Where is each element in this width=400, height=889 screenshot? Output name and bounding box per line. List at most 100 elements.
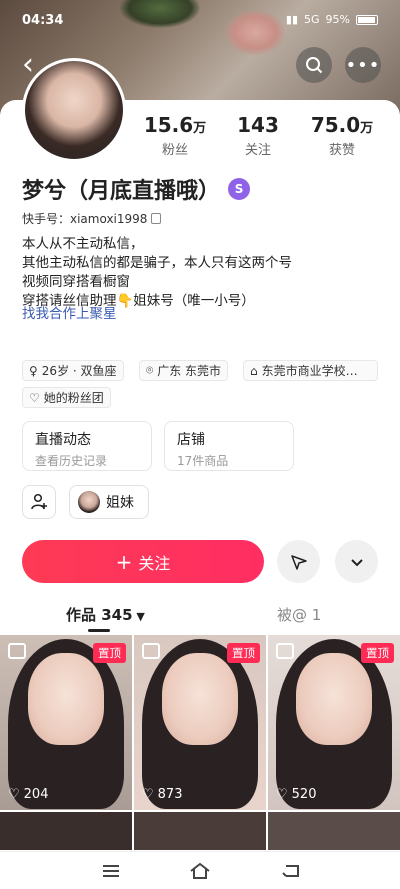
search-icon xyxy=(306,57,323,74)
system-nav-bar xyxy=(0,851,400,889)
tab-works-label: 作品 345 xyxy=(66,606,133,624)
post-likes: ♡ 873 xyxy=(142,787,182,802)
stat-fans[interactable]: 15.6万 粉丝 xyxy=(130,113,220,158)
thumb-face xyxy=(296,653,372,745)
status-right: ▮▮ 5G 95% xyxy=(286,13,378,26)
fans-count: 15.6 xyxy=(143,113,194,137)
shop-card-sub: 17件商品 xyxy=(177,454,229,468)
fans-unit: 万 xyxy=(193,121,207,136)
stat-following[interactable]: 143 关注 xyxy=(213,113,303,158)
post-thumbnail[interactable]: 置顶 ♡ 520 xyxy=(268,635,400,810)
image-icon xyxy=(142,643,160,659)
battery-icon xyxy=(356,14,378,25)
battery-text: 95% xyxy=(325,13,350,26)
thumb-face xyxy=(162,653,238,745)
tag-location-text: 广东 东莞市 xyxy=(157,364,222,378)
badge-icon[interactable]: S xyxy=(228,178,251,200)
tab-indicator xyxy=(88,629,110,632)
tag-age-text: 26岁 · 双鱼座 xyxy=(41,364,117,378)
tag-fan-club-text: 她的粉丝团 xyxy=(43,391,104,405)
more-button[interactable]: ••• xyxy=(345,47,381,83)
fan-club-icon: ♡ xyxy=(29,390,40,405)
post-thumbnail[interactable]: 置顶 ♡ 204 xyxy=(0,635,132,810)
tag-age[interactable]: ♀ 26岁 · 双鱼座 xyxy=(22,360,124,381)
fans-label: 粉丝 xyxy=(161,143,188,158)
location-icon: ⌾ xyxy=(146,363,154,377)
tab-mentioned[interactable]: 被@ 1 xyxy=(277,604,321,625)
likes-unit: 万 xyxy=(360,121,374,136)
profile-name-row: 梦兮（月底直播哦） S xyxy=(22,173,251,205)
heart-icon: ♡ xyxy=(276,787,288,802)
shop-card[interactable]: 店铺 17件商品 xyxy=(164,421,294,471)
signal-icon: ▮▮ xyxy=(285,13,299,26)
pinned-badge: 置顶 xyxy=(361,643,394,663)
sister-account-button[interactable]: 姐妹 xyxy=(69,485,149,519)
home-icon xyxy=(190,862,210,879)
status-time: 04:34 xyxy=(22,13,64,28)
live-card[interactable]: 直播动态 查看历史记录 xyxy=(22,421,152,471)
thumb-face xyxy=(28,653,104,745)
likes-text: 204 xyxy=(23,787,49,802)
add-friend-button[interactable] xyxy=(22,485,56,519)
tag-location[interactable]: ⌾ 广东 东莞市 xyxy=(139,360,229,381)
live-card-title: 直播动态 xyxy=(35,432,91,448)
send-icon xyxy=(290,554,307,570)
gender-icon: ♀ xyxy=(29,363,38,378)
school-icon: ⌂ xyxy=(250,363,258,378)
likes-count: 75.0 xyxy=(310,113,361,137)
chevron-down-icon xyxy=(350,558,363,566)
likes-text: 873 xyxy=(157,787,183,802)
pinned-badge: 置顶 xyxy=(227,643,260,663)
expand-button[interactable] xyxy=(335,540,378,583)
kuaishou-id: 快手号：xiamoxi1998 xyxy=(22,212,148,226)
back-nav-button[interactable] xyxy=(278,860,304,882)
image-icon xyxy=(276,643,294,659)
post-likes: ♡ 520 xyxy=(276,787,316,802)
stat-likes[interactable]: 75.0万 获赞 xyxy=(297,113,387,158)
bio-line: 本人从不主动私信， xyxy=(22,236,144,252)
post-thumbnail[interactable] xyxy=(268,812,400,850)
image-icon xyxy=(8,643,26,659)
cooperation-link[interactable]: 找我合作上聚星 xyxy=(22,302,117,322)
tag-fan-club[interactable]: ♡ 她的粉丝团 xyxy=(22,387,111,408)
sister-avatar xyxy=(78,491,100,513)
post-thumbnail[interactable]: 置顶 ♡ 873 xyxy=(134,635,266,810)
home-nav-button[interactable] xyxy=(187,860,213,882)
pinned-badge: 置顶 xyxy=(93,643,126,663)
bio-line: 视频同穿搭看橱窗 xyxy=(22,274,130,290)
following-count: 143 xyxy=(237,113,279,137)
caret-down-icon: ▼ xyxy=(132,610,145,623)
menu-icon xyxy=(103,865,119,877)
tag-school[interactable]: ⌂ 东莞市商业学校… xyxy=(243,360,378,381)
more-icon: ••• xyxy=(345,54,381,76)
shop-card-title: 店铺 xyxy=(177,432,205,448)
live-card-sub: 查看历史记录 xyxy=(35,454,108,468)
sister-label: 姐妹 xyxy=(106,495,134,511)
share-button[interactable] xyxy=(277,540,320,583)
likes-label: 获赞 xyxy=(328,143,355,158)
avatar[interactable] xyxy=(22,58,126,162)
post-thumbnail[interactable] xyxy=(134,812,266,850)
tab-works[interactable]: 作品 345 ▼ xyxy=(66,604,145,625)
status-bar: 04:34 ▮▮ 5G 95% xyxy=(0,8,400,34)
add-user-icon xyxy=(31,493,47,510)
network-label: 5G xyxy=(304,13,320,26)
bio-line: 其他主动私信的都是骗子，本人只有这两个号 xyxy=(22,255,292,271)
menu-nav-button[interactable] xyxy=(98,860,124,882)
search-button[interactable] xyxy=(296,47,332,83)
profile-name: 梦兮（月底直播哦） xyxy=(22,179,221,204)
copy-icon[interactable] xyxy=(151,213,162,224)
heart-icon: ♡ xyxy=(8,787,20,802)
heart-icon: ♡ xyxy=(142,787,154,802)
bio: 本人从不主动私信， 其他主动私信的都是骗子，本人只有这两个号 视频同穿搭看橱窗 … xyxy=(22,235,292,311)
following-label: 关注 xyxy=(244,143,271,158)
post-thumbnail[interactable] xyxy=(0,812,132,850)
follow-button[interactable]: + 关注 xyxy=(22,540,264,583)
likes-text: 520 xyxy=(291,787,317,802)
tag-school-text: 东莞市商业学校… xyxy=(261,364,358,378)
return-icon xyxy=(282,865,299,877)
kuaishou-id-row[interactable]: 快手号：xiamoxi1998 xyxy=(22,210,162,227)
plus-icon: + xyxy=(115,549,133,574)
post-likes: ♡ 204 xyxy=(8,787,48,802)
follow-label: 关注 xyxy=(138,553,171,573)
